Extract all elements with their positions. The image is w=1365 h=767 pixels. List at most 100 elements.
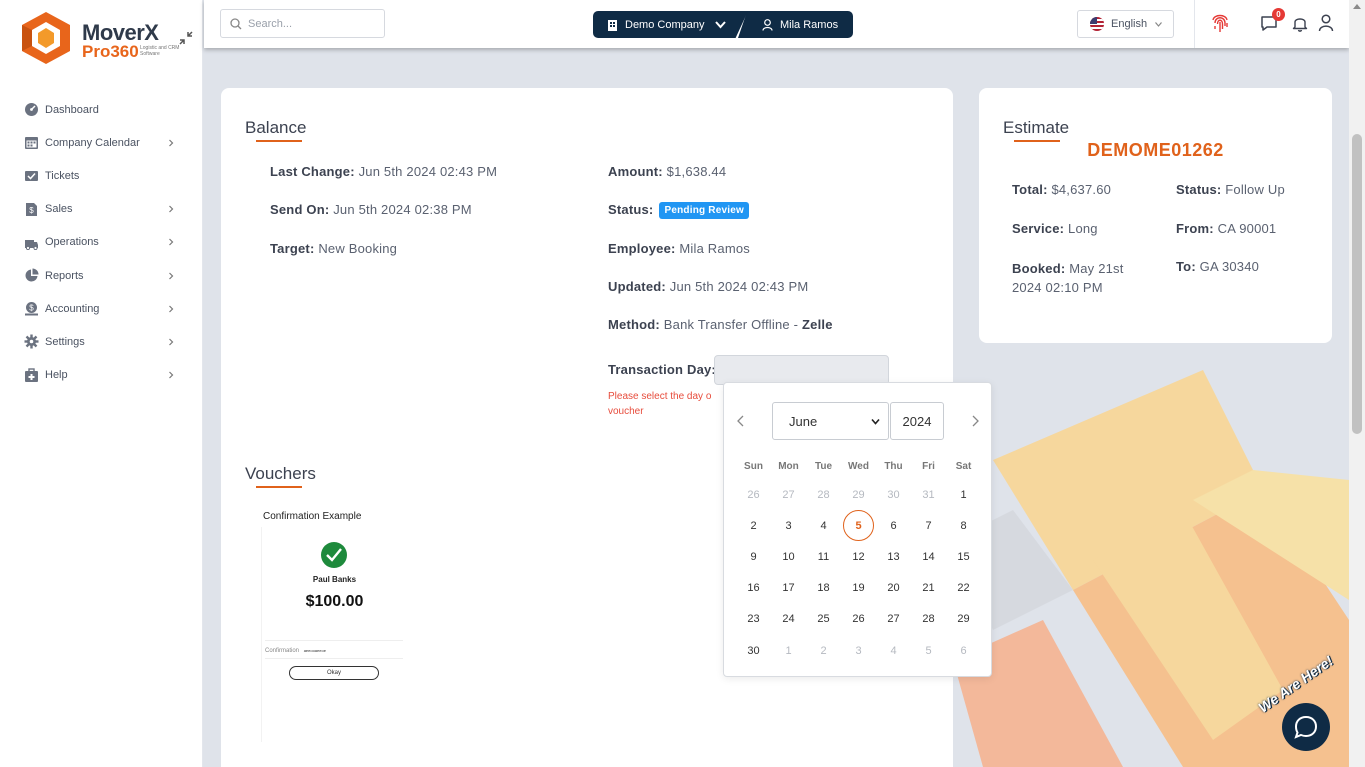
calendar-day[interactable]: 23 <box>736 604 771 634</box>
calendar-day[interactable]: 1 <box>771 636 806 666</box>
sidebar-item-company-calendar[interactable]: Company Calendar <box>0 126 203 159</box>
field-label: Amount: <box>608 164 663 179</box>
calendar-day[interactable]: 28 <box>806 480 841 510</box>
field-value: $4,637.60 <box>1051 182 1112 197</box>
sidebar-item-help[interactable]: Help <box>0 359 203 392</box>
us-flag-icon <box>1090 17 1104 31</box>
voucher-thumbnail[interactable]: Confirmation Example Paul Banks $100.00 … <box>261 511 406 742</box>
page-scrollbar[interactable] <box>1349 0 1365 767</box>
sidebar-item-accounting[interactable]: $ Accounting <box>0 292 203 325</box>
day-number: 3 <box>785 519 792 532</box>
calendar-day[interactable]: 6 <box>876 511 911 541</box>
collapse-sidebar-icon[interactable] <box>178 30 194 46</box>
previous-month-icon[interactable] <box>734 414 748 428</box>
scrollbar-thumb[interactable] <box>1352 134 1362 434</box>
field-label: Employee: <box>608 241 676 256</box>
calendar-day[interactable]: 28 <box>911 604 946 634</box>
voucher-confirmation: Confirmation aeeooaeeoe <box>265 648 326 654</box>
scroll-up-arrow[interactable] <box>1353 4 1361 9</box>
calendar-day[interactable]: 12 <box>841 542 876 572</box>
calendar-day[interactable]: 7 <box>911 511 946 541</box>
calendar-day[interactable]: 20 <box>876 573 911 603</box>
calendar-day[interactable]: 15 <box>946 542 981 572</box>
voucher-heading: Confirmation Example <box>263 511 362 522</box>
calendar-day[interactable]: 24 <box>771 604 806 634</box>
fingerprint-button[interactable] <box>1209 12 1231 34</box>
field-value: Mila Ramos <box>679 241 750 256</box>
calendar-day[interactable]: 26 <box>736 480 771 510</box>
calendar-day[interactable]: 29 <box>841 480 876 510</box>
year-input[interactable]: 2024 <box>890 402 944 440</box>
calendar-day[interactable]: 25 <box>806 604 841 634</box>
calendar-day[interactable]: 10 <box>771 542 806 572</box>
calendar-day[interactable]: 13 <box>876 542 911 572</box>
sidebar-item-reports[interactable]: Reports <box>0 259 203 292</box>
calendar-day[interactable]: 5 <box>911 636 946 666</box>
next-month-icon[interactable] <box>968 414 982 428</box>
search-input[interactable] <box>248 17 378 30</box>
calendar-day[interactable]: 27 <box>771 480 806 510</box>
calendar-day[interactable]: 17 <box>771 573 806 603</box>
user-selector[interactable]: Mila Ramos <box>738 11 853 38</box>
calendar-day[interactable]: 11 <box>806 542 841 572</box>
sidebar-item-tickets[interactable]: Tickets <box>0 159 203 192</box>
chat-widget-button[interactable] <box>1282 703 1330 751</box>
calendar-day-selected[interactable]: 5 <box>841 510 876 542</box>
day-number: 18 <box>817 582 830 595</box>
month-select[interactable]: June <box>772 402 889 440</box>
calendar-day[interactable]: 6 <box>946 636 981 666</box>
sidebar-item-sales[interactable]: $ Sales <box>0 193 203 226</box>
search-box[interactable] <box>220 9 385 38</box>
logo-tagline: Logistic and CRM Software <box>140 45 180 57</box>
field-value: Jun 5th 2024 02:43 PM <box>669 279 809 294</box>
calendar-day[interactable]: 3 <box>841 636 876 666</box>
transaction-day-input[interactable] <box>714 355 889 385</box>
estimate-code-link[interactable]: DEMOME01262 <box>979 140 1332 161</box>
weekday-label: Sun <box>744 461 763 472</box>
chevron-right-icon <box>169 205 174 213</box>
profile-button[interactable] <box>1315 12 1337 34</box>
calendar-day[interactable]: 21 <box>911 573 946 603</box>
calendar-day[interactable]: 4 <box>806 511 841 541</box>
calendar-day[interactable]: 14 <box>911 542 946 572</box>
sidebar-item-dashboard[interactable]: Dashboard <box>0 93 203 126</box>
voucher-amount: $100.00 <box>305 593 364 610</box>
calendar-day[interactable]: 2 <box>806 636 841 666</box>
calendar-day[interactable]: 16 <box>736 573 771 603</box>
send-on-field: Send On: Jun 5th 2024 02:38 PM <box>270 202 472 217</box>
method-field: Method: Bank Transfer Offline - Zelle <box>608 317 833 332</box>
field-label: Last Change: <box>270 164 355 179</box>
calendar-day[interactable]: 18 <box>806 573 841 603</box>
accounting-icon: $ <box>24 301 39 316</box>
estimate-total-field: Total: $4,637.60 <box>1012 182 1111 197</box>
calendar-day[interactable]: 1 <box>946 480 981 510</box>
messages-button[interactable]: 0 <box>1258 8 1285 34</box>
company-selector[interactable]: Demo Company <box>593 11 748 38</box>
calendar-day[interactable]: 30 <box>876 480 911 510</box>
calendar-day[interactable]: 19 <box>841 573 876 603</box>
calendar-day[interactable]: 31 <box>911 480 946 510</box>
calendar-week-row: 30 1 2 3 4 5 6 <box>736 635 981 666</box>
calendar-day[interactable]: 30 <box>736 636 771 666</box>
calendar-day[interactable]: 4 <box>876 636 911 666</box>
notifications-button[interactable] <box>1289 12 1311 34</box>
estimate-from-field: From: CA 90001 <box>1176 221 1276 236</box>
day-number: 23 <box>747 613 760 626</box>
calendar-day[interactable]: 8 <box>946 511 981 541</box>
calendar-day[interactable]: 2 <box>736 511 771 541</box>
estimate-to-field: To: GA 30340 <box>1176 259 1259 274</box>
calendar-day[interactable]: 26 <box>841 604 876 634</box>
field-value: New Booking <box>318 241 398 256</box>
calendar-day[interactable]: 3 <box>771 511 806 541</box>
calendar-day[interactable]: 9 <box>736 542 771 572</box>
sidebar-item-settings[interactable]: Settings <box>0 325 203 358</box>
app-logo[interactable]: MoverX Pro360 Logistic and CRM Software <box>18 10 198 68</box>
day-number: 21 <box>922 582 935 595</box>
transaction-day-label: Transaction Day: <box>608 362 716 377</box>
language-selector[interactable]: English <box>1077 10 1174 38</box>
sidebar-item-operations[interactable]: Operations <box>0 226 203 259</box>
calendar-day[interactable]: 27 <box>876 604 911 634</box>
calendar-day[interactable]: 22 <box>946 573 981 603</box>
settings-icon <box>24 334 39 349</box>
calendar-day[interactable]: 29 <box>946 604 981 634</box>
